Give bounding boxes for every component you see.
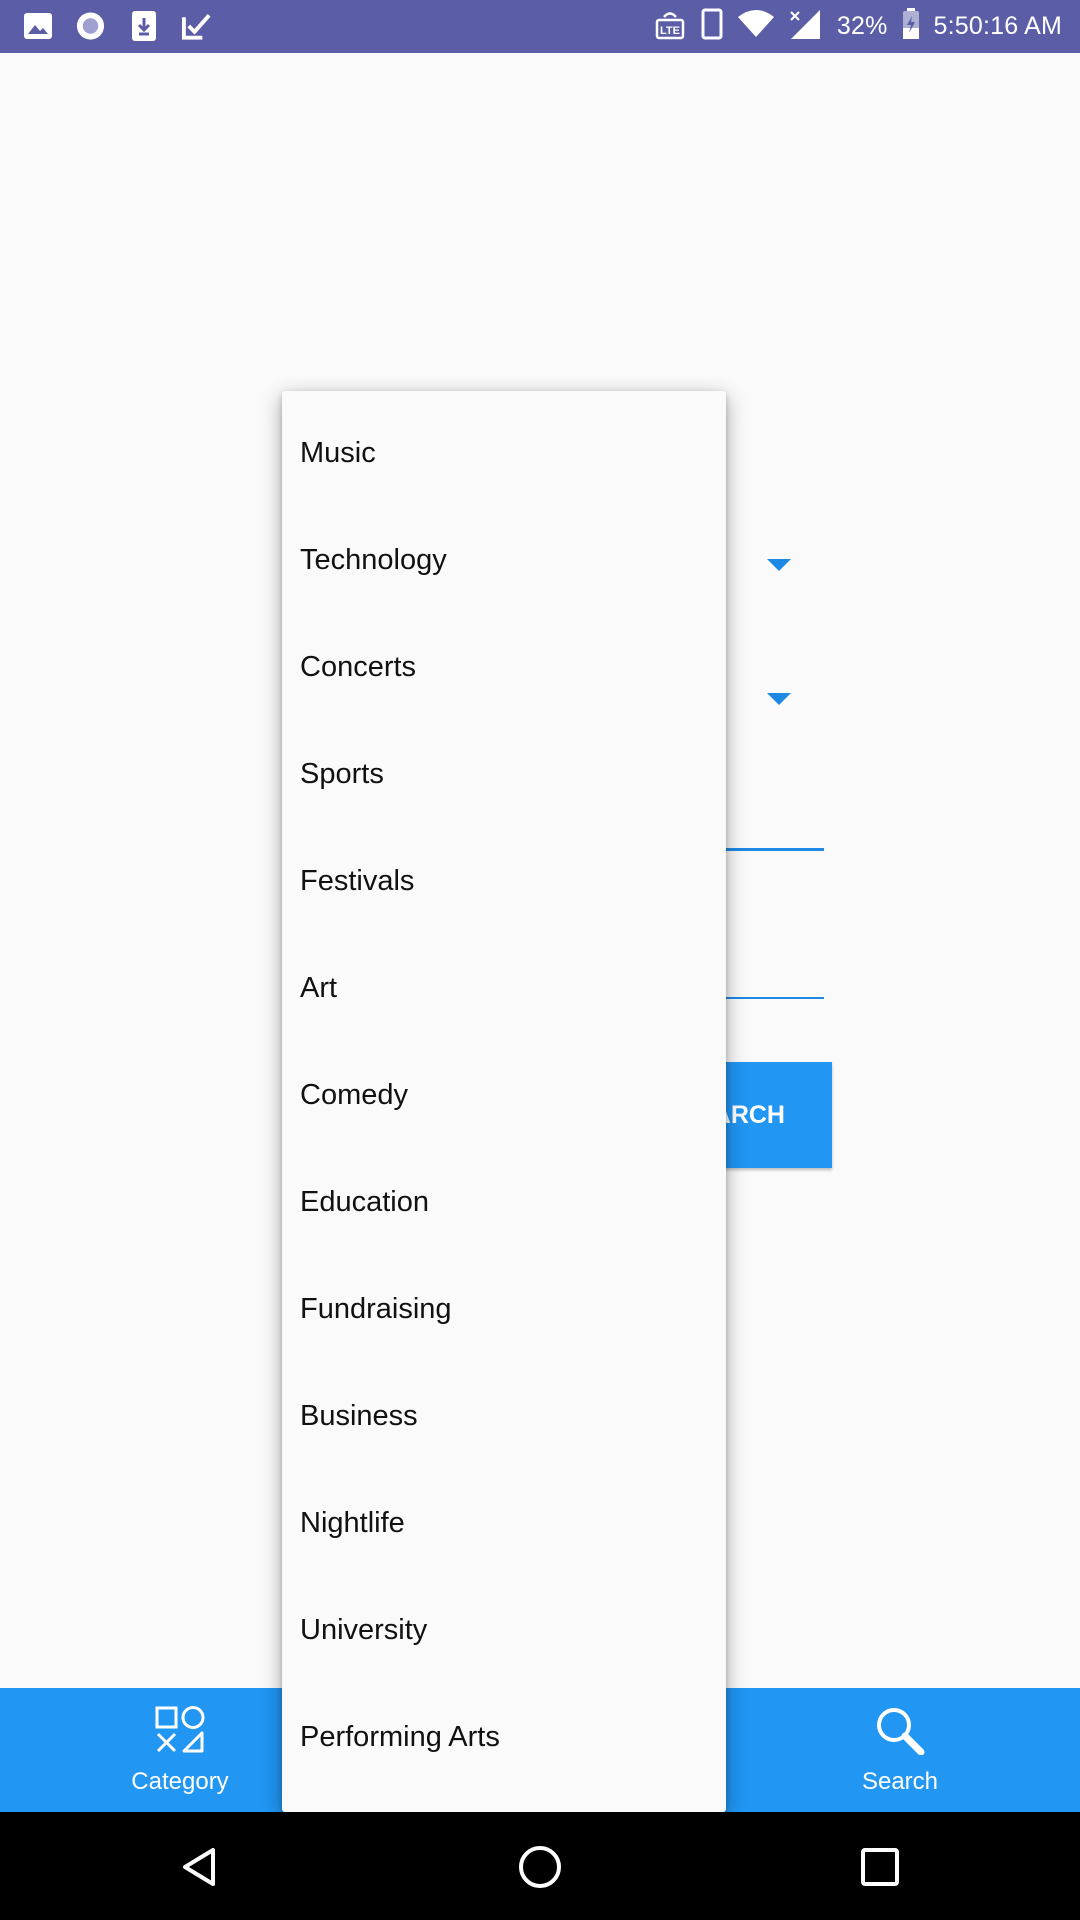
status-bar: LTE 32% 5:50:16 AM (0, 0, 1080, 53)
phone-icon (701, 8, 723, 45)
category-dropdown-menu: Music Technology Concerts Sports Festiva… (282, 391, 726, 1812)
dropdown-item-festivals[interactable]: Festivals (282, 828, 726, 935)
dropdown-item-comedy[interactable]: Comedy (282, 1042, 726, 1149)
search-icon (874, 1705, 926, 1760)
recents-button[interactable] (855, 1842, 905, 1892)
svg-text:LTE: LTE (660, 25, 680, 37)
download-icon (128, 10, 159, 41)
image-icon (22, 10, 53, 41)
signal-icon (789, 8, 823, 45)
dropdown-item-business[interactable]: Business (282, 1363, 726, 1470)
dropdown-item-sports[interactable]: Sports (282, 721, 726, 828)
category-options-list: Music Technology Concerts Sports Festiva… (282, 391, 726, 1791)
dropdown-item-university[interactable]: University (282, 1577, 726, 1684)
volte-icon: LTE (653, 8, 687, 45)
dropdown-item-education[interactable]: Education (282, 1149, 726, 1256)
dropdown-item-technology[interactable]: Technology (282, 507, 726, 614)
category-icon (154, 1705, 206, 1760)
recents-icon (861, 1848, 899, 1886)
dropdown-item-fundraising[interactable]: Fundraising (282, 1256, 726, 1363)
nav-search[interactable]: Search (830, 1688, 970, 1812)
dropdown-item-music[interactable]: Music (282, 400, 726, 507)
wifi-icon (737, 9, 775, 44)
back-button[interactable] (176, 1842, 226, 1892)
home-icon (519, 1846, 561, 1888)
spinner-1-arrow-icon[interactable] (767, 559, 791, 571)
record-icon (75, 10, 106, 41)
dropdown-item-concerts[interactable]: Concerts (282, 614, 726, 721)
back-icon (183, 1848, 215, 1886)
system-navigation-bar (0, 1812, 1080, 1920)
nav-search-label: Search (861, 1767, 939, 1795)
nav-category-label: Category (131, 1767, 229, 1795)
spinner-2-arrow-icon[interactable] (767, 693, 791, 705)
battery-icon (902, 8, 920, 45)
home-button[interactable] (515, 1842, 565, 1892)
clock: 5:50:16 AM (933, 12, 1062, 40)
dropdown-item-nightlife[interactable]: Nightlife (282, 1470, 726, 1577)
dropdown-item-performing-arts[interactable]: Performing Arts (282, 1684, 726, 1791)
nav-category[interactable]: Category (110, 1688, 250, 1812)
dropdown-item-art[interactable]: Art (282, 935, 726, 1042)
check-icon (181, 10, 212, 41)
battery-percent: 32% (836, 12, 888, 40)
